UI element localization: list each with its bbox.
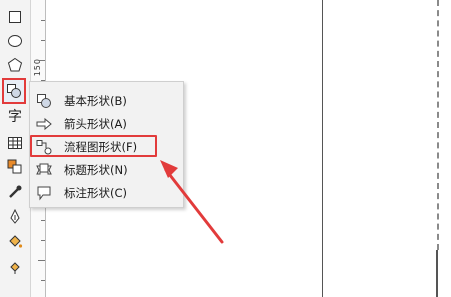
annotation-arrow [160,160,224,244]
